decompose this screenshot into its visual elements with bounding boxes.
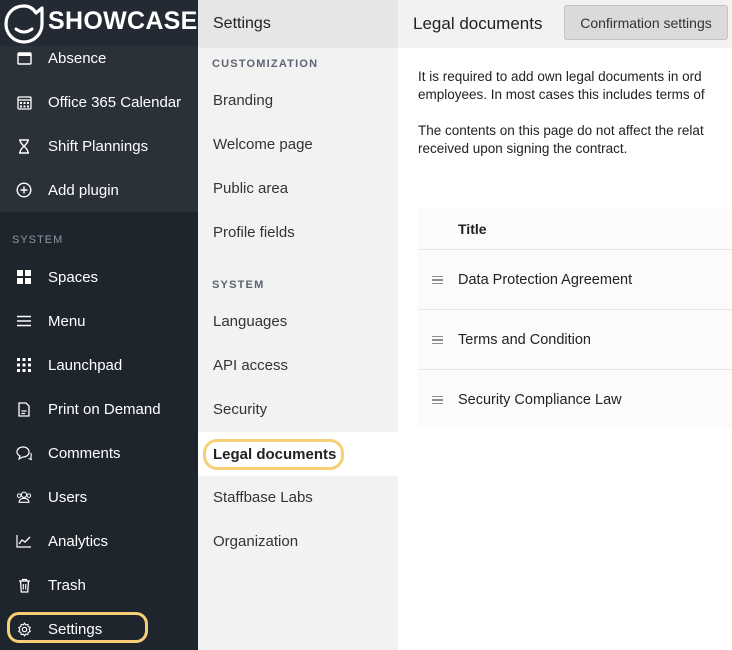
table-row[interactable]: Data Protection Agreement [418,249,732,309]
hourglass-icon [16,138,32,154]
document-title[interactable]: Terms and Condition [458,332,591,348]
analytics-icon [16,533,32,549]
intro-text-line: It is required to add own legal document… [418,69,702,84]
settings-highlight-ring [7,612,148,643]
main-header: Legal documents Confirmation settings [398,0,732,48]
sidebar-item-shift-plannings[interactable]: Shift Plannings [0,124,198,168]
sidebar-item-label: Spaces [48,268,99,286]
page-title: Legal documents [413,14,543,33]
intro-text-line: employees. In most cases this includes t… [418,87,705,102]
sidebar-item-label: Absence [48,49,107,67]
column-header-title: Title [458,221,487,237]
drag-handle-icon[interactable] [432,335,443,344]
drag-handle-icon[interactable] [432,275,443,284]
users-icon [16,489,32,505]
sidebar-item-label: Launchpad [48,356,123,374]
sidebar-item-label: Add plugin [48,181,119,199]
sidebar-item-label: Shift Plannings [48,137,149,155]
sidebar-item-print-on-demand[interactable]: Print on Demand [0,387,198,431]
sidebar-item-menu[interactable]: Menu [0,299,198,343]
settings-item-public-area[interactable]: Public area [213,180,288,197]
document-icon [16,401,32,417]
settings-item-staffbase-labs[interactable]: Staffbase Labs [213,489,313,506]
sidebar-item-label: Print on Demand [48,400,161,418]
info-text-line: The contents on this page do not affect … [418,123,704,138]
app-sidebar: SHOWCASE Absence Office 365 Calendar Shi… [0,0,198,650]
settings-item-api-access[interactable]: API access [213,357,288,374]
plus-circle-icon [16,182,32,198]
sidebar-item-analytics[interactable]: Analytics [0,519,198,563]
confirmation-settings-button[interactable]: Confirmation settings [564,5,728,40]
settings-item-profile-fields[interactable]: Profile fields [213,224,295,241]
grid-icon [16,269,32,285]
table-row[interactable]: Security Compliance Law [418,369,732,429]
brand-name: SHOWCASE [48,7,198,35]
sidebar-item-label: Office 365 Calendar [48,93,182,111]
calendar-icon [16,50,32,66]
table-row[interactable]: Terms and Condition [418,309,732,369]
settings-item-languages[interactable]: Languages [213,313,287,330]
calendar-grid-icon [16,94,32,110]
info-text-line: received upon signing the contract. [418,141,628,156]
sidebar-item-comments[interactable]: Comments [0,431,198,475]
sidebar-item-launchpad[interactable]: Launchpad [0,343,198,387]
sidebar-item-label: Trash [48,576,86,594]
settings-item-welcome-page[interactable]: Welcome page [213,136,313,153]
legal-documents-table: Title Data Protection Agreement Terms an… [418,208,732,428]
settings-item-branding[interactable]: Branding [213,92,273,109]
sidebar-item-add-plugin[interactable]: Add plugin [0,168,198,212]
document-title[interactable]: Data Protection Agreement [458,272,632,288]
settings-nav: Settings CUSTOMIZATION Branding Welcome … [198,0,398,650]
settings-section-system: SYSTEM [212,279,265,291]
comments-icon [16,445,32,461]
sidebar-item-office365-calendar[interactable]: Office 365 Calendar [0,80,198,124]
settings-item-legal-documents[interactable]: Legal documents [203,439,344,470]
settings-nav-title: Settings [198,0,398,48]
showcase-logo-icon [4,4,44,44]
sidebar-item-label: Comments [48,444,121,462]
sidebar-section-system: SYSTEM [12,234,64,246]
settings-item-organization[interactable]: Organization [213,533,298,550]
trash-icon [16,577,32,593]
sidebar-item-label: Menu [48,312,86,330]
sidebar-item-spaces[interactable]: Spaces [0,255,198,299]
main-content: Legal documents Confirmation settings It… [398,0,732,650]
sidebar-item-label: Analytics [48,532,109,550]
sidebar-item-users[interactable]: Users [0,475,198,519]
sidebar-item-label: Users [48,488,88,506]
settings-item-security[interactable]: Security [213,401,267,418]
settings-section-customization: CUSTOMIZATION [212,58,319,70]
apps-icon [16,357,32,373]
document-title[interactable]: Security Compliance Law [458,392,622,408]
sidebar-item-trash[interactable]: Trash [0,563,198,607]
drag-handle-icon[interactable] [432,395,443,404]
brand-header[interactable]: SHOWCASE [0,0,198,46]
menu-icon [16,313,32,329]
